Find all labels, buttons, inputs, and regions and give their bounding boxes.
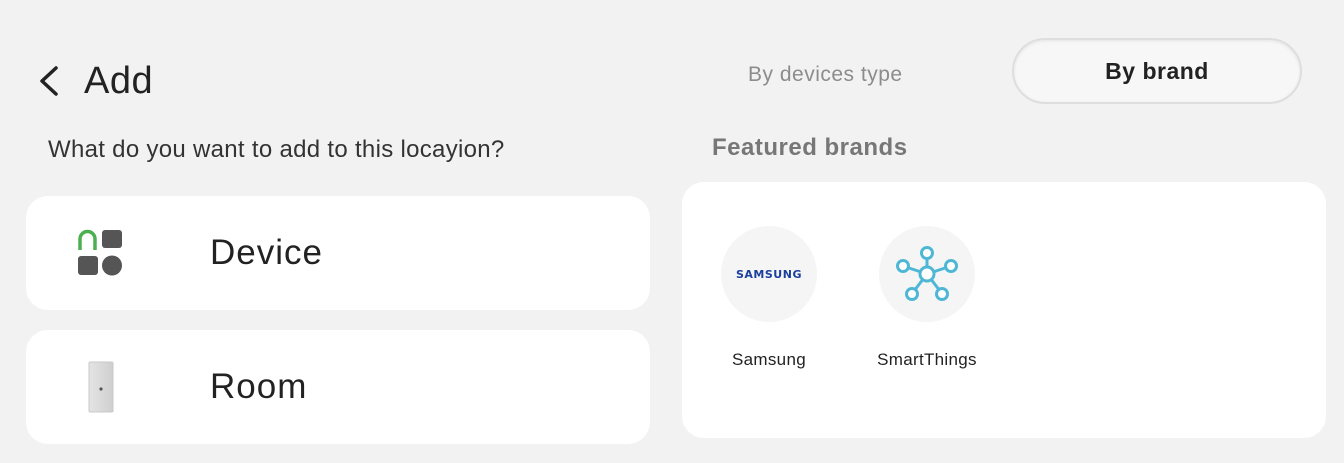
brand-label-smartthings: SmartThings: [877, 350, 977, 369]
page-title: Add: [84, 59, 154, 102]
chevron-left-icon: [40, 66, 58, 96]
by-brand-tab[interactable]: By brand: [1012, 38, 1302, 104]
featured-brands-panel: SAMSUNG Samsung SmartThings: [682, 182, 1326, 438]
header: Add: [36, 56, 153, 106]
room-label: Room: [210, 367, 308, 406]
featured-brands-title: Featured brands: [712, 134, 908, 161]
samsung-logo-icon: SAMSUNG: [721, 226, 817, 322]
add-screen: Add What do you want to add to this loca…: [0, 0, 1344, 463]
add-device-card[interactable]: Device: [26, 196, 650, 310]
back-button[interactable]: [36, 61, 66, 101]
by-devices-type-tab[interactable]: By devices type: [748, 60, 903, 90]
add-room-card[interactable]: Room: [26, 330, 650, 444]
device-label: Device: [210, 233, 323, 272]
samsung-logo-text: SAMSUNG: [736, 268, 802, 281]
question-text: What do you want to add to this locayion…: [48, 136, 505, 163]
device-grid-icon: [76, 228, 126, 278]
room-door-icon: [76, 361, 126, 413]
brand-samsung[interactable]: SAMSUNG Samsung: [704, 226, 834, 370]
brand-smartthings[interactable]: SmartThings: [862, 226, 992, 370]
smartthings-logo-icon: [879, 226, 975, 322]
brand-label-samsung: Samsung: [732, 350, 806, 369]
